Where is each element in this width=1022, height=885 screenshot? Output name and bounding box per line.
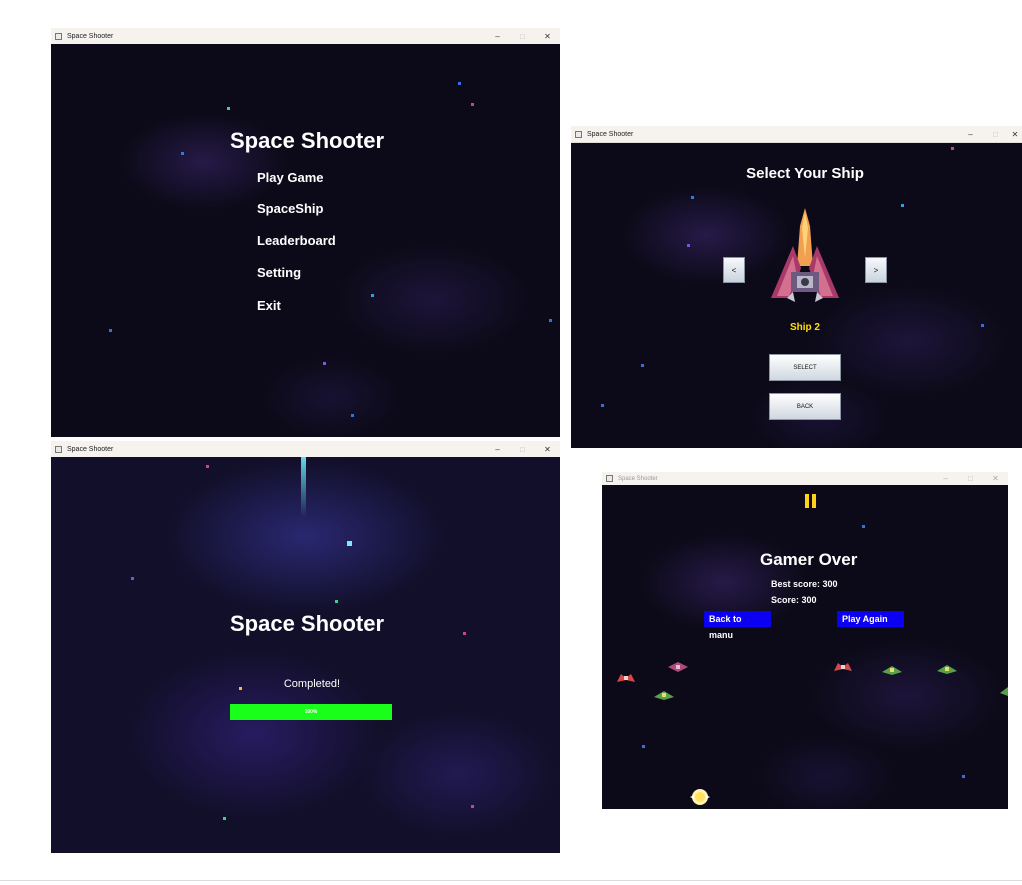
space-background bbox=[602, 485, 1008, 809]
previous-ship-button[interactable]: < bbox=[723, 257, 745, 283]
star bbox=[109, 329, 112, 332]
enemy-ship-icon bbox=[654, 691, 674, 700]
pause-icon[interactable] bbox=[805, 494, 816, 508]
minimize-button[interactable]: – bbox=[958, 130, 983, 139]
enemy-ship-icon bbox=[882, 666, 902, 675]
star bbox=[642, 745, 645, 748]
star bbox=[641, 364, 644, 367]
main-menu-window: Space Shooter – □ ✕ Space Shooter Play G… bbox=[51, 28, 560, 437]
menu-item-play-game[interactable]: Play Game bbox=[257, 170, 324, 185]
star bbox=[951, 147, 954, 150]
close-button[interactable]: ✕ bbox=[535, 32, 560, 41]
play-again-button[interactable]: Play Again bbox=[837, 611, 904, 627]
star bbox=[335, 600, 338, 603]
best-score-label: Best score: 300 bbox=[771, 579, 838, 589]
star bbox=[549, 319, 552, 322]
menu-item-exit[interactable]: Exit bbox=[257, 298, 281, 313]
star bbox=[687, 244, 690, 247]
star bbox=[181, 152, 184, 155]
star bbox=[458, 82, 461, 85]
minimize-button[interactable]: – bbox=[485, 445, 510, 454]
maximize-button[interactable]: □ bbox=[510, 32, 535, 41]
menu-item-leaderboard[interactable]: Leaderboard bbox=[257, 233, 336, 248]
close-button[interactable]: ✕ bbox=[535, 445, 560, 454]
window-titlebar[interactable]: Space Shooter – □ ✕ bbox=[602, 472, 1008, 486]
maximize-button[interactable]: □ bbox=[983, 130, 1008, 139]
close-button[interactable]: ✕ bbox=[1008, 130, 1022, 139]
window-titlebar[interactable]: Space Shooter – □ ✕ bbox=[51, 28, 560, 45]
window-title: Space Shooter bbox=[618, 475, 658, 482]
game-over-window: Space Shooter – □ ✕ Gamer Over Best scor… bbox=[602, 472, 1008, 809]
progress-percent: 100% bbox=[304, 709, 318, 715]
space-background bbox=[51, 457, 560, 853]
select-button[interactable]: SELECT bbox=[769, 354, 841, 381]
minimize-button[interactable]: – bbox=[485, 32, 510, 41]
star bbox=[351, 414, 354, 417]
enemy-ship-icon bbox=[937, 665, 957, 674]
enemy-ship-icon bbox=[1000, 687, 1008, 696]
java-app-icon bbox=[55, 445, 62, 453]
star bbox=[323, 362, 326, 365]
window-titlebar[interactable]: Space Shooter – □ ✕ bbox=[571, 126, 1022, 143]
star bbox=[471, 805, 474, 808]
progress-bar: 100% bbox=[230, 704, 392, 720]
star bbox=[301, 457, 306, 517]
java-app-icon bbox=[606, 475, 613, 482]
star bbox=[347, 541, 352, 546]
score-label: Score: 300 bbox=[771, 595, 817, 605]
game-over-heading: Gamer Over bbox=[760, 550, 858, 569]
star bbox=[601, 404, 604, 407]
star bbox=[691, 196, 694, 199]
spaceship-icon bbox=[771, 208, 839, 302]
maximize-button[interactable]: □ bbox=[958, 474, 983, 483]
back-to-menu-button[interactable]: Back to manu bbox=[704, 611, 771, 640]
star bbox=[371, 294, 374, 297]
java-app-icon bbox=[55, 32, 62, 40]
maximize-button[interactable]: □ bbox=[510, 445, 535, 454]
player-ship-icon bbox=[690, 789, 710, 805]
loading-status: Completed! bbox=[283, 678, 341, 690]
page-bottom-divider bbox=[0, 880, 1022, 881]
loading-window: Space Shooter – □ ✕ Space Shooter Comple… bbox=[51, 441, 560, 853]
next-ship-button[interactable]: > bbox=[865, 257, 887, 283]
ship-select-window: Space Shooter – □ ✕ Select Your Ship < >… bbox=[571, 126, 1022, 448]
game-title: Space Shooter bbox=[230, 611, 385, 636]
star bbox=[206, 465, 209, 468]
game-title: Space Shooter bbox=[230, 128, 385, 153]
java-app-icon bbox=[575, 130, 582, 138]
close-button[interactable]: ✕ bbox=[983, 474, 1008, 483]
window-titlebar[interactable]: Space Shooter – □ ✕ bbox=[51, 441, 560, 458]
star bbox=[131, 577, 134, 580]
star bbox=[463, 632, 466, 635]
star bbox=[862, 525, 865, 528]
window-title: Space Shooter bbox=[587, 130, 634, 138]
minimize-button[interactable]: – bbox=[933, 474, 958, 483]
ship-name-label: Ship 2 bbox=[789, 322, 820, 333]
star bbox=[227, 107, 230, 110]
menu-item-spaceship[interactable]: SpaceShip bbox=[257, 201, 323, 216]
menu-item-setting[interactable]: Setting bbox=[257, 265, 301, 280]
window-title: Space Shooter bbox=[67, 32, 114, 40]
enemy-ship-icon bbox=[668, 662, 688, 672]
back-button[interactable]: BACK bbox=[769, 393, 841, 420]
star bbox=[962, 775, 965, 778]
window-title: Space Shooter bbox=[67, 445, 114, 453]
enemy-ship-icon bbox=[617, 674, 635, 682]
star bbox=[901, 204, 904, 207]
enemy-ship-icon bbox=[834, 663, 852, 671]
star bbox=[223, 817, 226, 820]
star bbox=[471, 103, 474, 106]
ship-select-heading: Select Your Ship bbox=[746, 165, 864, 182]
